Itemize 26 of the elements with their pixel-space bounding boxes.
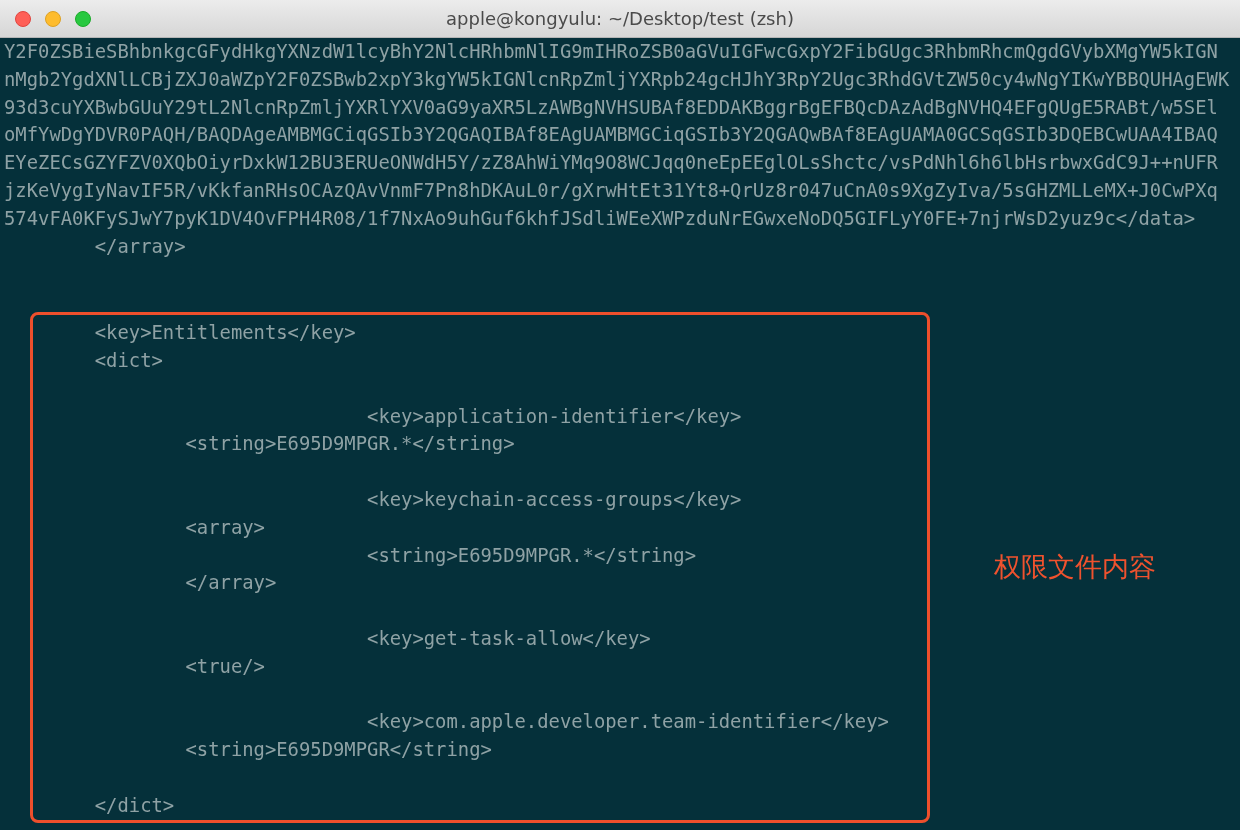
code-line: <true/> (184, 654, 266, 679)
code-line: <string>E695D9MPGR</string> (184, 738, 493, 763)
code-line: <key>get-task-allow</key> (366, 626, 652, 651)
code-line: nMgb2YgdXNlLCBjZXJ0aWZpY2F0ZSBwb2xpY3kgYW5kIGNlcnRpZmljYXRpb24gcHJhY3RpY2Ugc3RhdGVtZW50cy4wNgYIKwYBBQUHAgEWK (4, 67, 1231, 92)
code-line: <string>E695D9MPGR.*</string> (184, 432, 516, 457)
code-line: jzKeVygIyNavIF5R/vKkfanRHsOCAzQAvVnmF7Pn8hDKAuL0r/gXrwHtEt31Yt8+QrUz8r047uCnA0s9XgZyIva/5sGHZMLLeMX+J0CwPXq (4, 179, 1219, 203)
code-line: <string>E695D9MPGR.*</string> (366, 543, 698, 568)
code-line: Y2F0ZSBieSBhbnkgcGFydHkgYXNzdW1lcyBhY2NlcHRhbmNlIG9mIHRoZSB0aGVuIGFwcGxpY2FibGUgc3RhbmRhcmQgdGVybXMgYW5kIGN (4, 40, 1219, 64)
code-line: oMfYwDgYDVR0PAQH/BAQDAgeAMBMGCiqGSIb3Y2QGAQIBAf8EAgUAMBMGCiqGSIb3Y2QGAQwBAf8EAgUAMA0GCSqGSIb3DQEBCwUAA4IBAQ (4, 123, 1219, 148)
window-title: apple@kongyulu: ~/Desktop/test (zsh) (446, 8, 794, 29)
code-line: </dict> (93, 793, 176, 818)
code-line: 574vFA0KFySJwY7pyK1DV4OvFPH4R08/1f7NxAo9uhGuf6khfJSdliWEeXWPzduNrEGwxeNoDQ5GIFLyY0FE+7njrWsD2yuz9c</data> (4, 206, 1197, 231)
code-line: 93d3cuYXBwbGUuY29tL2NlcnRpZmljYXRlYXV0aG9yaXR5LzAWBgNVHSUBAf8EDDAKBggrBgEFBQcDAzAdBgNVHQ4EFgQUgE5RABt/w5SEl (4, 95, 1219, 120)
code-line: <key>application-identifier</key> (366, 404, 743, 429)
code-line: <array> (184, 515, 266, 540)
code-line: <key>keychain-access-groups</key> (366, 487, 743, 512)
zoom-button[interactable] (75, 11, 91, 27)
minimize-button[interactable] (45, 11, 61, 27)
code-line: EYeZECsGZYFZV0XQbOiyrDxkW12BU3ERUeONWdH5Y/zZ8AhWiYMq9O8WCJqq0neEpEEglOLsShctc/vsPdNhl6h6lbHsrbwxGdC9J++nUFR (4, 151, 1219, 176)
annotation-label: 权限文件内容 (994, 550, 1156, 585)
code-line: <key>com.apple.developer.team-identifier</key> (366, 710, 890, 735)
code-line: <dict> (93, 348, 164, 373)
code-line: </array> (184, 571, 278, 596)
code-line: </array> (93, 234, 187, 259)
close-button[interactable] (15, 11, 31, 27)
code-line: <key>Entitlements</key> (93, 321, 357, 346)
